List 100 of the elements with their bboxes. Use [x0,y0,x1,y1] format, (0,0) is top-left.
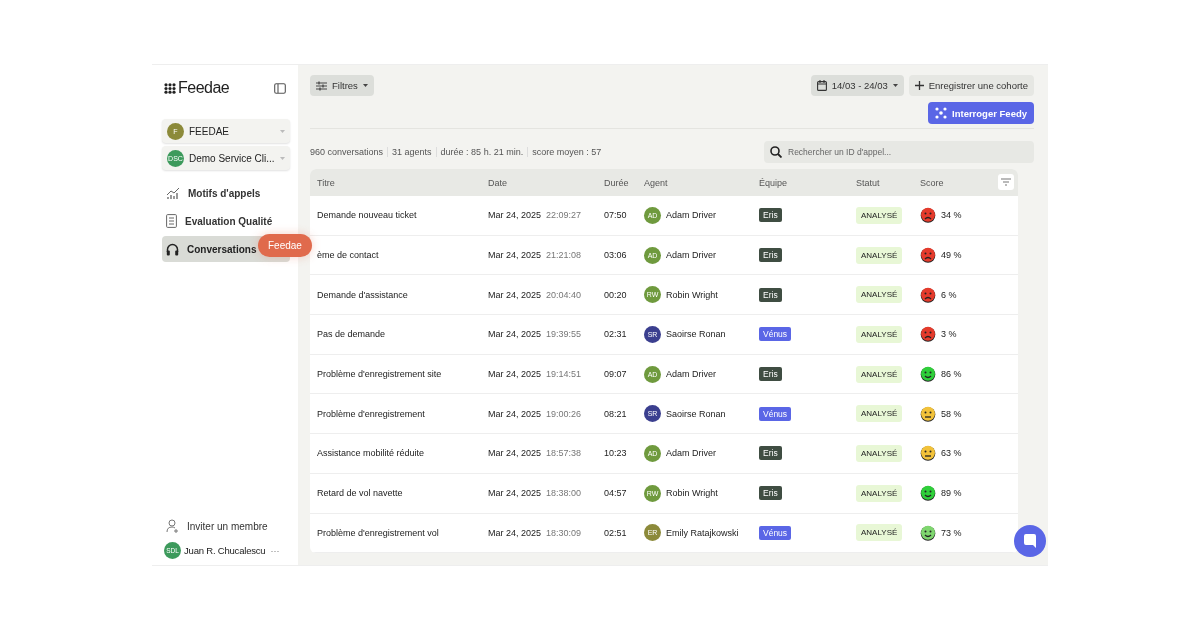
agent-name: Robin Wright [666,289,718,300]
agent-name: Adam Driver [666,210,716,221]
stat-text: 31 agents [387,147,436,157]
logo-text: Feedae [178,79,230,97]
table-cell-text: Problème d'enregistrement [317,408,426,419]
column-header: Date [488,177,508,188]
stat-text: score moyen : 57 [527,147,606,157]
score-text: 3 % [941,329,957,340]
team-tag: Vénus [759,327,792,342]
column-header: Durée [604,177,630,188]
column-header: Statut [856,177,881,188]
document-icon [166,214,177,228]
status-badge: ANALYSÉ [856,524,903,542]
agent-name: Emily Ratajkowski [666,527,739,538]
logo-icon [164,82,176,94]
table-cell-text: Retard de vol navette [317,488,404,499]
team-tag: Eris [759,446,782,461]
status-badge: ANALYSÉ [856,206,903,224]
team-tag: Eris [759,248,782,263]
table-cell-text: ème de contact [317,250,380,261]
sidebar-item[interactable]: Evaluation Qualité [162,208,290,234]
team-tag: Eris [759,486,782,501]
caret-icon [280,156,285,160]
sparkle-icon [935,107,948,119]
tooltip: Feedae [258,234,312,257]
more-button[interactable]: ··· [268,545,282,556]
headset-icon [166,242,179,256]
search-field[interactable]: Rechercher un ID d'appel... [764,141,1034,163]
table-cell-text: 00:20 [604,289,628,300]
table-cell-text: 09:07 [604,369,628,380]
user-name: Juan R. Chucalescu [184,545,266,556]
status-badge: ANALYSÉ [856,444,903,462]
ask-feedy-button[interactable]: Interroger Feedy [928,102,1034,124]
table-cell-text: Assistance mobilité réduite [317,448,426,459]
agent-name: Robin Wright [666,488,718,499]
status-badge: ANALYSÉ [856,405,903,423]
plus-icon [914,81,924,90]
score-text: 89 % [941,488,962,499]
team-tag: Eris [759,208,782,223]
team-tag: Vénus [759,525,792,540]
agent-name: Adam Driver [666,369,716,380]
status-badge: ANALYSÉ [856,365,903,383]
caret-icon [362,84,368,87]
table-cell-text: Mar 24, 2025 19:14:51 [488,369,583,380]
score-text: 73 % [941,527,962,538]
team-tag: Eris [759,287,782,302]
table-cell-text: Demande d'assistance [317,289,409,300]
status-badge: ANALYSÉ [856,325,903,343]
date-range-button[interactable]: 14/03 - 24/03 [810,75,904,96]
column-header: Agent [644,177,669,188]
add-user-icon [166,519,179,533]
status-badge: ANALYSÉ [856,484,903,502]
status-badge: ANALYSÉ [856,286,903,304]
table-cell-text: 07:50 [604,210,628,221]
status-badge: ANALYSÉ [856,246,903,264]
table-cell-text: Mar 24, 2025 19:00:26 [488,408,583,419]
table-cell-text: 08:21 [604,408,628,419]
invite-member-button[interactable]: Inviter un membre [162,516,290,536]
table-cell-text: Mar 24, 2025 18:57:38 [488,448,583,459]
table-cell-text: 02:31 [604,329,628,340]
table-cell-text: Mar 24, 2025 18:30:09 [488,527,583,538]
agent-name: Adam Driver [666,250,716,261]
table-cell-text: 04:57 [604,488,628,499]
chart-icon [166,186,180,200]
table-cell-text: Problème d'enregistrement vol [317,527,440,538]
agent-name: Adam Driver [666,448,716,459]
sliders-icon [316,80,327,91]
caret-icon [280,129,285,133]
score-text: 63 % [941,448,962,459]
sidebar-toggle-icon[interactable] [274,82,286,94]
sidebar-item[interactable]: Motifs d'appels [162,180,290,206]
score-text: 34 % [941,210,962,221]
score-text: 6 % [941,289,957,300]
stat-text: 960 conversations [310,147,385,157]
agent-name: Saoirse Ronan [666,329,726,340]
score-text: 58 % [941,408,962,419]
table-cell-text: 03:06 [604,250,628,261]
score-text: 49 % [941,250,962,261]
table-cell-text: Pas de demande [317,329,387,340]
table-cell-text: 02:51 [604,527,628,538]
table-cell-text: Mar 24, 2025 20:04:40 [488,289,583,300]
team-tag: Eris [759,367,782,382]
filters-button[interactable]: Filtres [310,75,374,96]
chat-button[interactable] [1014,525,1046,557]
table-cell-text: Mar 24, 2025 19:39:55 [488,329,583,340]
save-cohort-button[interactable]: Enregistrer une cohorte [908,75,1034,96]
table-cell-text: Mar 24, 2025 18:38:00 [488,488,583,499]
score-text: 86 % [941,369,962,380]
column-header: Titre [317,177,336,188]
column-header: Score [920,177,945,188]
agent-name: Saoirse Ronan [666,408,726,419]
table-cell-text: Problème d'enregistrement site [317,369,443,380]
caret-icon [892,84,898,87]
table-cell-text: Mar 24, 2025 21:21:08 [488,250,583,261]
table-cell-text: Mar 24, 2025 22:09:27 [488,210,583,221]
table-cell-text: Demande nouveau ticket [317,210,418,221]
chat-icon [1024,534,1036,548]
column-header: Équipe [759,177,789,188]
team-tag: Vénus [759,406,792,421]
table-cell-text: 10:23 [604,448,628,459]
